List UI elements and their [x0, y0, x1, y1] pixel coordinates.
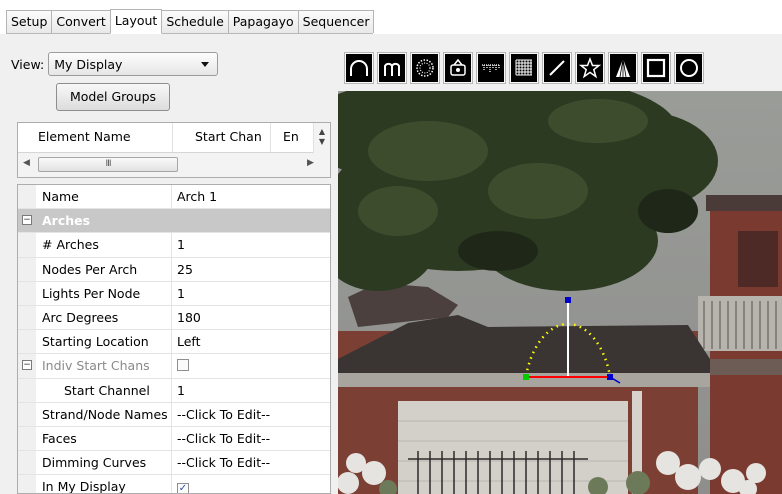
- property-value[interactable]: 25: [172, 258, 193, 281]
- property-value[interactable]: Left: [172, 330, 201, 353]
- property-value[interactable]: Arch 1: [172, 185, 217, 208]
- property-value[interactable]: 1: [172, 233, 185, 256]
- property-name: Arc Degrees: [36, 305, 172, 330]
- property-value[interactable]: --Click To Edit--: [172, 403, 270, 426]
- circle-dots-icon[interactable]: [410, 52, 440, 84]
- icicles-icon[interactable]: [476, 52, 506, 84]
- property-name: Name: [36, 185, 172, 209]
- property-name: Lights Per Node: [36, 281, 172, 305]
- custom-model-icon[interactable]: [443, 52, 473, 84]
- collapse-icon[interactable]: −: [22, 215, 32, 226]
- property-gutter: [18, 233, 36, 257]
- view-select[interactable]: My Display: [48, 52, 219, 76]
- property-name: Arches: [42, 213, 91, 229]
- tab-schedule[interactable]: Schedule: [161, 10, 229, 33]
- property-gutter: [18, 305, 36, 330]
- property-value[interactable]: --Click To Edit--: [172, 427, 270, 450]
- single-line-icon[interactable]: [542, 52, 572, 84]
- property-row[interactable]: Name Arch 1: [18, 185, 330, 210]
- property-name: Dimming Curves: [36, 451, 172, 475]
- property-gutter: [18, 330, 36, 354]
- tab-strip: Setup Convert Layout Schedule Papagayo Sequen…: [6, 9, 375, 34]
- scroll-thumb[interactable]: III: [38, 157, 178, 172]
- notebook-tabs: Setup Convert Layout Schedule Papagayo Sequen…: [0, 0, 782, 34]
- property-gutter: [18, 378, 36, 402]
- view-label: View:: [11, 56, 45, 72]
- view-row: View: My Display: [11, 52, 219, 76]
- property-gutter: [18, 402, 36, 426]
- property-gutter: [18, 257, 36, 281]
- property-grid: Name Arch 1− Arches # Arches 1 Nodes Per Arch…: [17, 184, 331, 494]
- property-value[interactable]: [172, 354, 189, 377]
- column-header-start-chan[interactable]: Start Chan: [173, 123, 271, 152]
- element-list[interactable]: Element Name Start Chan En ▲ ▼ ◀ III ▶: [17, 122, 331, 178]
- vertical-scrollbar[interactable]: ▲ ▼: [313, 123, 330, 153]
- layout-left-panel: View: My Display Model Groups Element Na…: [0, 34, 336, 494]
- matrix-icon[interactable]: [509, 52, 539, 84]
- property-row[interactable]: − Indiv Start Chans: [18, 354, 330, 379]
- house-background-image: [338, 91, 782, 494]
- tab-setup[interactable]: Setup: [6, 10, 53, 33]
- property-gutter: [18, 426, 36, 451]
- property-row[interactable]: Arc Degrees 180: [18, 305, 330, 331]
- property-name: Start Channel: [36, 378, 172, 402]
- property-name: Starting Location: [36, 330, 172, 354]
- property-value[interactable]: --Click To Edit--: [172, 451, 270, 474]
- scroll-left-arrow-icon[interactable]: ◀: [23, 158, 30, 168]
- layout-preview-canvas[interactable]: [338, 91, 782, 494]
- property-checkbox[interactable]: ✓: [177, 483, 189, 493]
- property-gutter: −: [18, 209, 36, 233]
- property-row[interactable]: Dimming Curves --Click To Edit--: [18, 451, 330, 476]
- column-header-element-name[interactable]: Element Name: [18, 123, 173, 152]
- scroll-down-arrow-icon[interactable]: ▼: [314, 137, 330, 147]
- candy-cane-icon[interactable]: [377, 52, 407, 84]
- tree-icon[interactable]: [608, 52, 638, 84]
- horizontal-scrollbar[interactable]: ◀ III ▶: [18, 153, 330, 177]
- tab-sequencer[interactable]: Sequencer: [297, 10, 375, 33]
- property-name: Nodes Per Arch: [36, 257, 172, 281]
- property-gutter: −: [18, 354, 36, 378]
- property-row[interactable]: # Arches 1: [18, 233, 330, 258]
- property-gutter: [18, 281, 36, 305]
- property-name: Indiv Start Chans: [36, 354, 172, 378]
- layout-preview-panel: [336, 34, 782, 494]
- property-checkbox: [177, 359, 189, 372]
- model-toolbar: [344, 52, 704, 84]
- property-gutter: [18, 451, 36, 475]
- property-name: # Arches: [36, 233, 172, 257]
- property-gutter: [18, 475, 36, 493]
- scroll-up-arrow-icon[interactable]: ▲: [314, 127, 330, 137]
- property-category-row[interactable]: − Arches: [18, 209, 330, 234]
- arch-icon[interactable]: [344, 52, 374, 84]
- tab-papagayo[interactable]: Papagayo: [227, 10, 299, 33]
- tab-layout[interactable]: Layout: [109, 9, 163, 34]
- window-frame-icon[interactable]: [641, 52, 671, 84]
- model-groups-button[interactable]: Model Groups: [56, 83, 170, 111]
- view-select-value: My Display: [54, 56, 123, 72]
- collapse-icon[interactable]: −: [22, 360, 32, 371]
- property-value[interactable]: ✓: [172, 475, 189, 493]
- property-row[interactable]: Starting Location Left: [18, 330, 330, 355]
- property-gutter: [18, 185, 36, 209]
- property-row[interactable]: Strand/Node Names --Click To Edit--: [18, 402, 330, 427]
- property-name: Strand/Node Names: [36, 402, 172, 426]
- chevron-down-icon: [201, 61, 210, 67]
- column-header-end-chan[interactable]: En: [271, 123, 314, 152]
- tab-convert[interactable]: Convert: [51, 10, 111, 33]
- property-name: Faces: [36, 426, 172, 451]
- property-row[interactable]: In My Display ✓: [18, 475, 330, 493]
- circle-icon[interactable]: [674, 52, 704, 84]
- scroll-right-arrow-icon[interactable]: ▶: [307, 158, 314, 168]
- property-row[interactable]: Faces --Click To Edit--: [18, 426, 330, 452]
- element-list-header: Element Name Start Chan En: [18, 123, 330, 153]
- property-row[interactable]: Lights Per Node 1: [18, 281, 330, 306]
- star-icon[interactable]: [575, 52, 605, 84]
- property-value[interactable]: 180: [172, 306, 201, 329]
- property-row[interactable]: Nodes Per Arch 25: [18, 257, 330, 282]
- property-name: In My Display: [36, 475, 172, 493]
- property-value[interactable]: 1: [172, 379, 185, 402]
- property-row[interactable]: Start Channel 1: [18, 378, 330, 403]
- property-value[interactable]: 1: [172, 282, 185, 305]
